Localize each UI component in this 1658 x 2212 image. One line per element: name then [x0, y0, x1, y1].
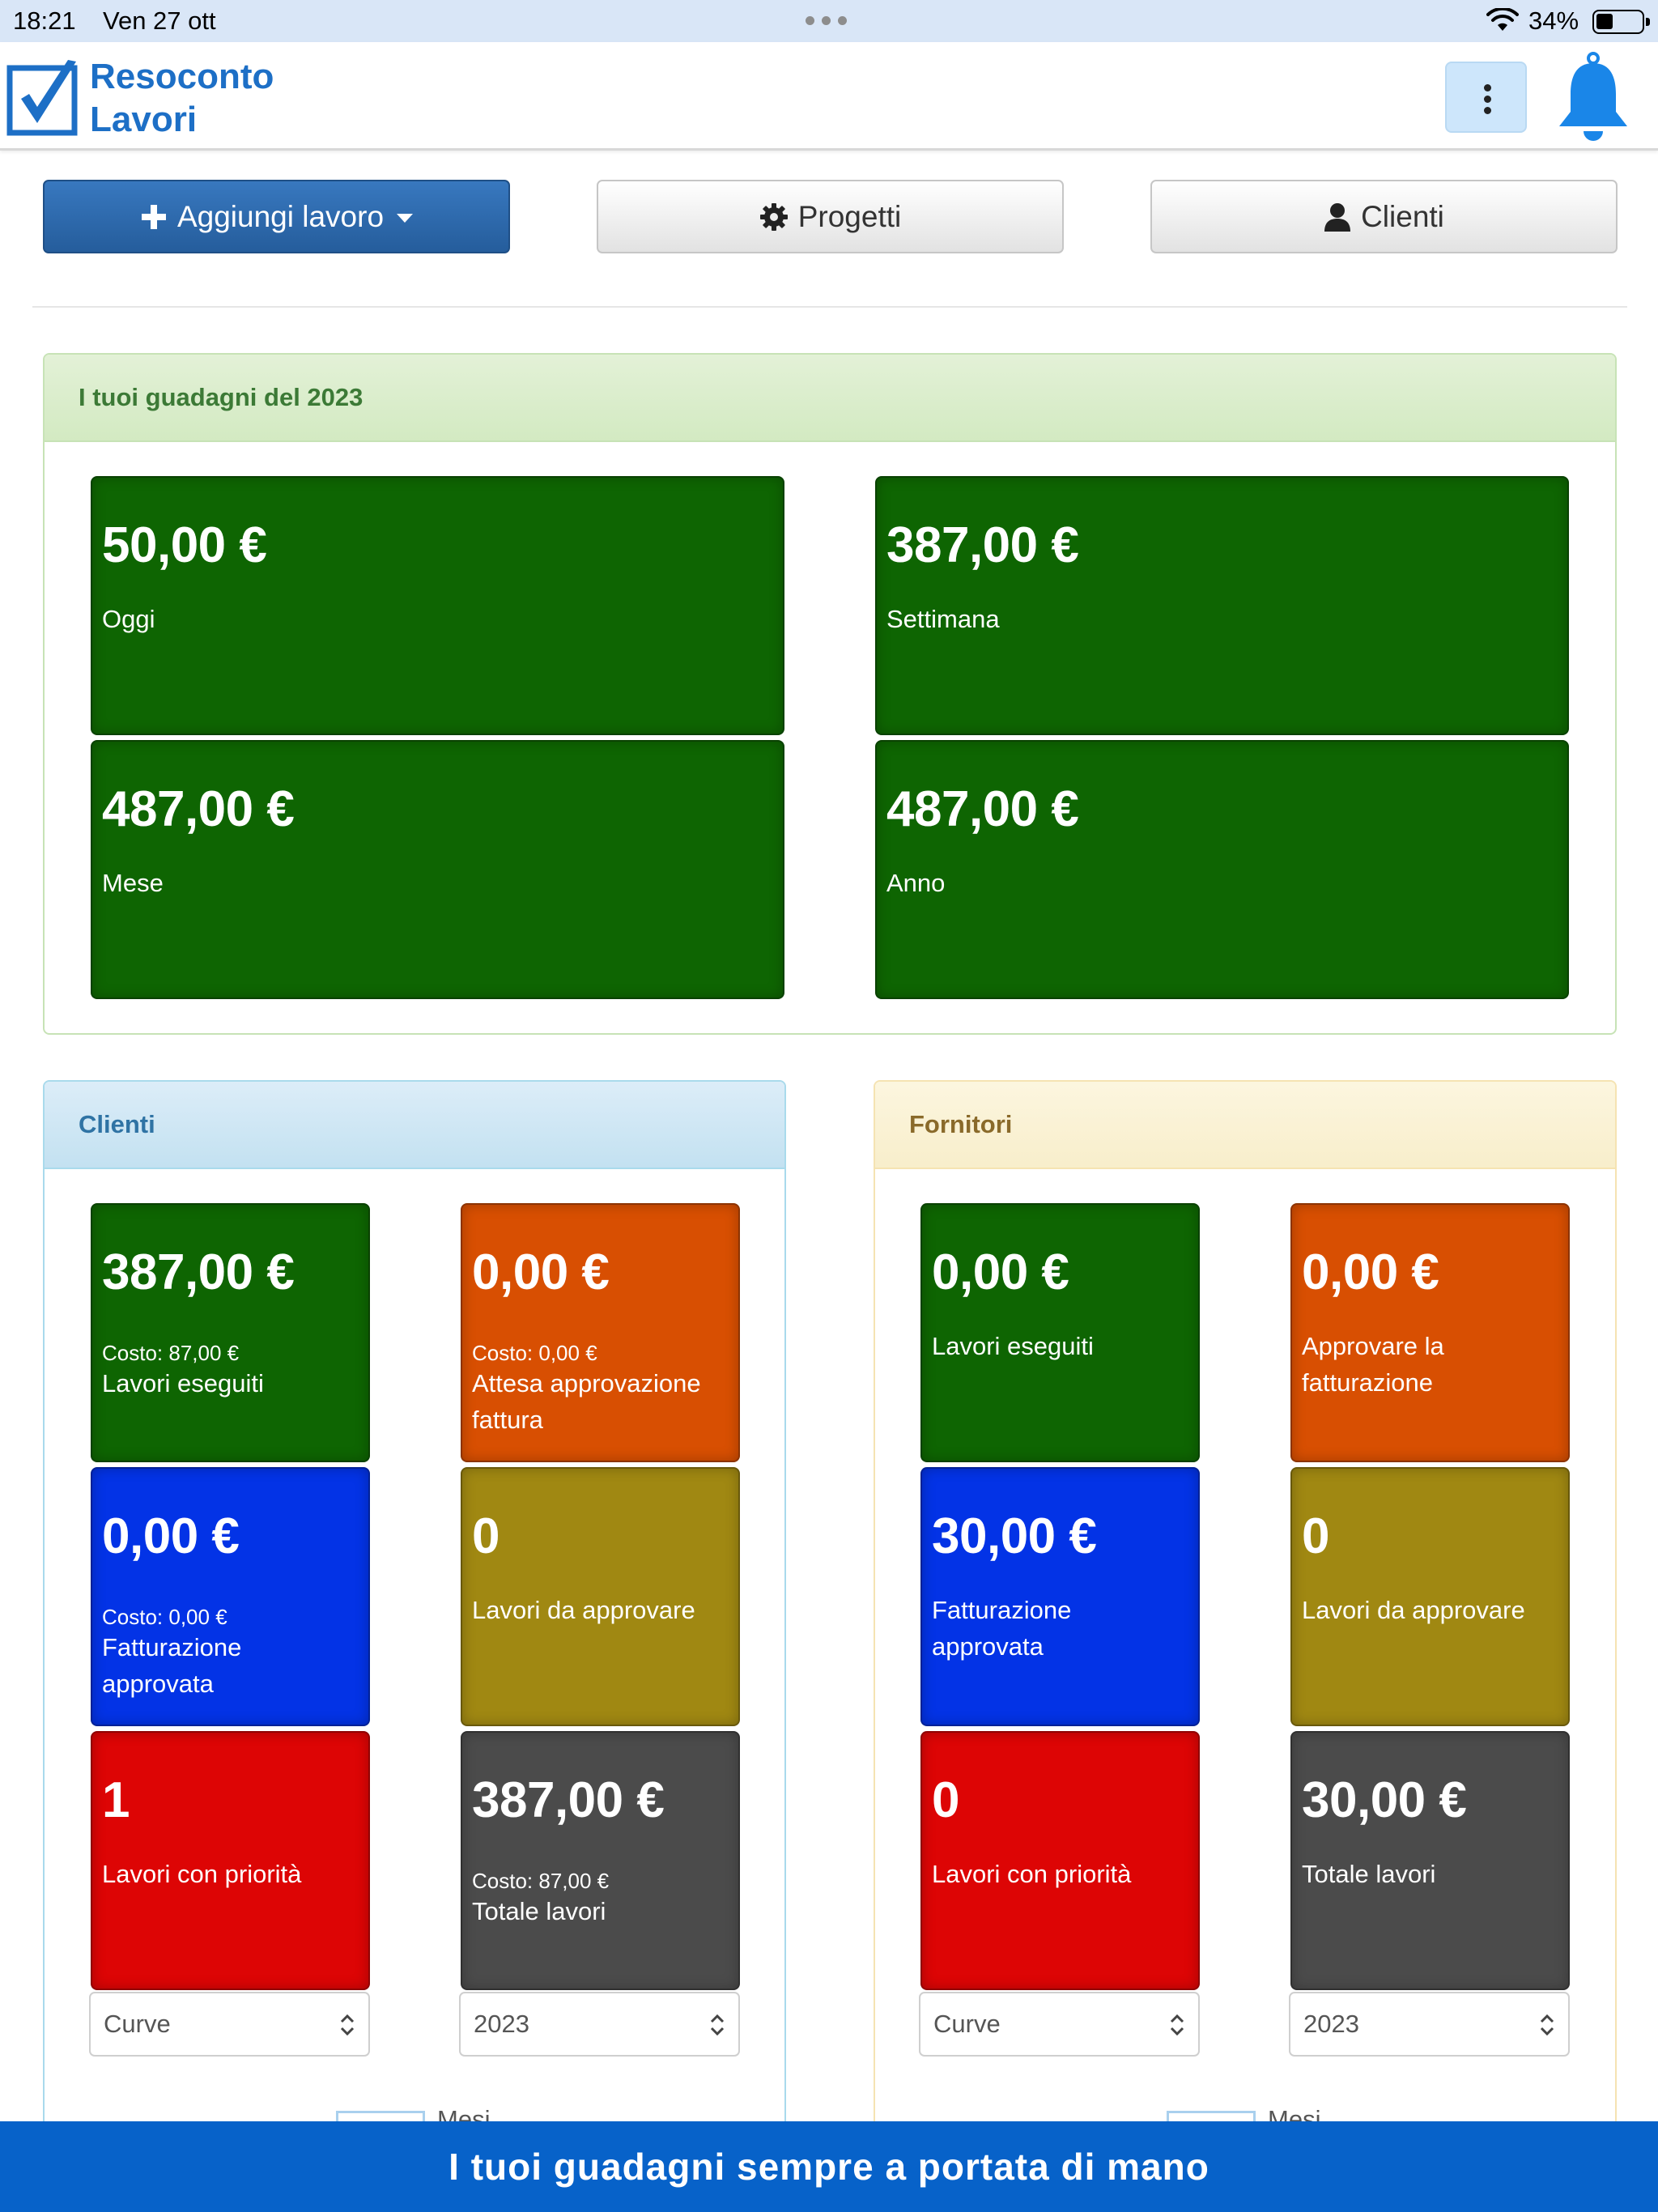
select-value: Curve	[104, 2010, 171, 2038]
clients-panel-title: Clienti	[45, 1082, 784, 1169]
clients-tile-approved-invoice[interactable]: 0,00 € Costo: 0,00 € Fatturazione approv…	[91, 1467, 370, 1726]
clients-tile-pending-invoice[interactable]: 0,00 € Costo: 0,00 € Attesa approvazione…	[461, 1203, 740, 1462]
battery-percent: 34%	[1528, 6, 1579, 35]
user-icon	[1324, 202, 1351, 232]
tile-amount: 0,00 €	[102, 1508, 240, 1564]
tile-label: Approvare la fatturazione	[1302, 1332, 1444, 1397]
tile-label: Lavori con priorità	[932, 1860, 1132, 1888]
logo-line-1: Resoconto	[90, 57, 274, 96]
clients-tile-to-approve[interactable]: 0 Lavori da approvare	[461, 1467, 740, 1726]
status-date: Ven 27 ott	[103, 6, 216, 35]
up-down-chevron-icon	[1170, 2014, 1184, 2036]
earnings-tile-week[interactable]: 387,00 € Settimana	[875, 476, 1569, 735]
legend-label: Mesi	[437, 2105, 491, 2123]
multitasking-dots-icon[interactable]	[806, 16, 847, 25]
app-header: Resoconto Lavori	[0, 42, 1658, 151]
tile-amount: 387,00 €	[886, 517, 1079, 573]
tile-cost: Costo: 87,00 €	[472, 1869, 610, 1893]
up-down-chevron-icon	[710, 2014, 725, 2036]
promo-banner: I tuoi guadagni sempre a portata di mano	[0, 2121, 1658, 2212]
tile-label: Lavori con priorità	[102, 1860, 302, 1888]
add-job-button[interactable]: Aggiungi lavoro	[43, 180, 510, 253]
tile-label: Settimana	[886, 605, 1000, 633]
suppliers-chart-type-select[interactable]: Curve	[919, 1992, 1200, 2057]
suppliers-tile-approved-invoice[interactable]: 30,00 € Fatturazione approvata	[920, 1467, 1200, 1726]
tile-label: Attesa approvazione fattura	[472, 1369, 701, 1434]
vertical-dots-icon[interactable]	[1445, 62, 1527, 133]
clients-year-select[interactable]: 2023	[459, 1992, 740, 2057]
plus-icon	[141, 204, 166, 229]
clients-label: Clienti	[1361, 199, 1444, 233]
suppliers-tile-to-approve[interactable]: 0 Lavori da approvare	[1290, 1467, 1570, 1726]
tile-label: Lavori da approvare	[472, 1596, 695, 1624]
select-value: 2023	[1303, 2010, 1359, 2038]
tile-label: Lavori da approvare	[1302, 1596, 1525, 1624]
app-logo-text[interactable]: Resoconto Lavori	[90, 55, 274, 141]
select-value: Curve	[933, 2010, 1001, 2038]
tile-label: Anno	[886, 869, 946, 897]
up-down-chevron-icon	[1540, 2014, 1554, 2036]
tile-amount: 0,00 €	[1302, 1244, 1439, 1300]
tile-label: Fatturazione approvata	[102, 1633, 242, 1698]
tile-label: Lavori eseguiti	[932, 1332, 1094, 1360]
clients-chart-type-select[interactable]: Curve	[89, 1992, 370, 2057]
tile-amount: 0,00 €	[932, 1244, 1069, 1300]
tile-amount: 0	[1302, 1508, 1329, 1564]
battery-icon	[1592, 10, 1650, 34]
tile-label: Mese	[102, 869, 164, 897]
earnings-tile-today[interactable]: 50,00 € Oggi	[91, 476, 784, 735]
tile-label: Lavori eseguiti	[102, 1369, 264, 1397]
suppliers-panel-title: Fornitori	[875, 1082, 1615, 1169]
suppliers-tile-jobs-done[interactable]: 0,00 € Lavori eseguiti	[920, 1203, 1200, 1462]
status-time: 18:21	[13, 6, 76, 35]
tile-cost: Costo: 0,00 €	[472, 1341, 597, 1365]
suppliers-tile-total[interactable]: 30,00 € Totale lavori	[1290, 1731, 1570, 1990]
tile-amount: 30,00 €	[932, 1508, 1097, 1564]
checkbox-logo-icon[interactable]	[6, 58, 79, 136]
tile-amount: 487,00 €	[886, 781, 1079, 837]
caret-down-icon	[397, 214, 414, 223]
earnings-panel-title: I tuoi guadagni del 2023	[45, 355, 1615, 442]
divider	[32, 306, 1627, 308]
bell-icon[interactable]	[1553, 52, 1634, 146]
earnings-tile-year[interactable]: 487,00 € Anno	[875, 740, 1569, 999]
tile-amount: 1	[102, 1772, 130, 1828]
tile-amount: 387,00 €	[472, 1772, 665, 1828]
clients-button[interactable]: Clienti	[1150, 180, 1618, 253]
tile-amount: 0,00 €	[472, 1244, 610, 1300]
add-job-label: Aggiungi lavoro	[176, 199, 385, 233]
projects-button[interactable]: Progetti	[597, 180, 1064, 253]
tile-label: Fatturazione approvata	[932, 1596, 1072, 1661]
tile-amount: 50,00 €	[102, 517, 267, 573]
clients-tile-total[interactable]: 387,00 € Costo: 87,00 € Totale lavori	[461, 1731, 740, 1990]
tile-cost: Costo: 0,00 €	[102, 1605, 227, 1629]
select-value: 2023	[474, 2010, 529, 2038]
tile-amount: 0	[472, 1508, 500, 1564]
tile-label: Totale lavori	[472, 1897, 606, 1925]
tile-amount: 0	[932, 1772, 959, 1828]
tile-amount: 30,00 €	[1302, 1772, 1467, 1828]
gear-icon	[759, 202, 788, 231]
suppliers-year-select[interactable]: 2023	[1289, 1992, 1570, 2057]
projects-label: Progetti	[797, 199, 902, 233]
suppliers-tile-priority[interactable]: 0 Lavori con priorità	[920, 1731, 1200, 1990]
tile-label: Totale lavori	[1302, 1860, 1436, 1888]
tile-cost: Costo: 87,00 €	[102, 1341, 240, 1365]
suppliers-tile-approve-invoicing[interactable]: 0,00 € Approvare la fatturazione	[1290, 1203, 1570, 1462]
tile-amount: 487,00 €	[102, 781, 295, 837]
tile-amount: 387,00 €	[102, 1244, 295, 1300]
legend-label: Mesi	[1268, 2105, 1321, 2123]
clients-tile-jobs-done[interactable]: 387,00 € Costo: 87,00 € Lavori eseguiti	[91, 1203, 370, 1462]
up-down-chevron-icon	[340, 2014, 355, 2036]
earnings-tile-month[interactable]: 487,00 € Mese	[91, 740, 784, 999]
tile-label: Oggi	[102, 605, 155, 633]
clients-tile-priority[interactable]: 1 Lavori con priorità	[91, 1731, 370, 1990]
wifi-icon	[1486, 8, 1519, 31]
logo-line-2: Lavori	[90, 100, 198, 139]
status-bar: 18:21 Ven 27 ott 34%	[0, 0, 1658, 42]
